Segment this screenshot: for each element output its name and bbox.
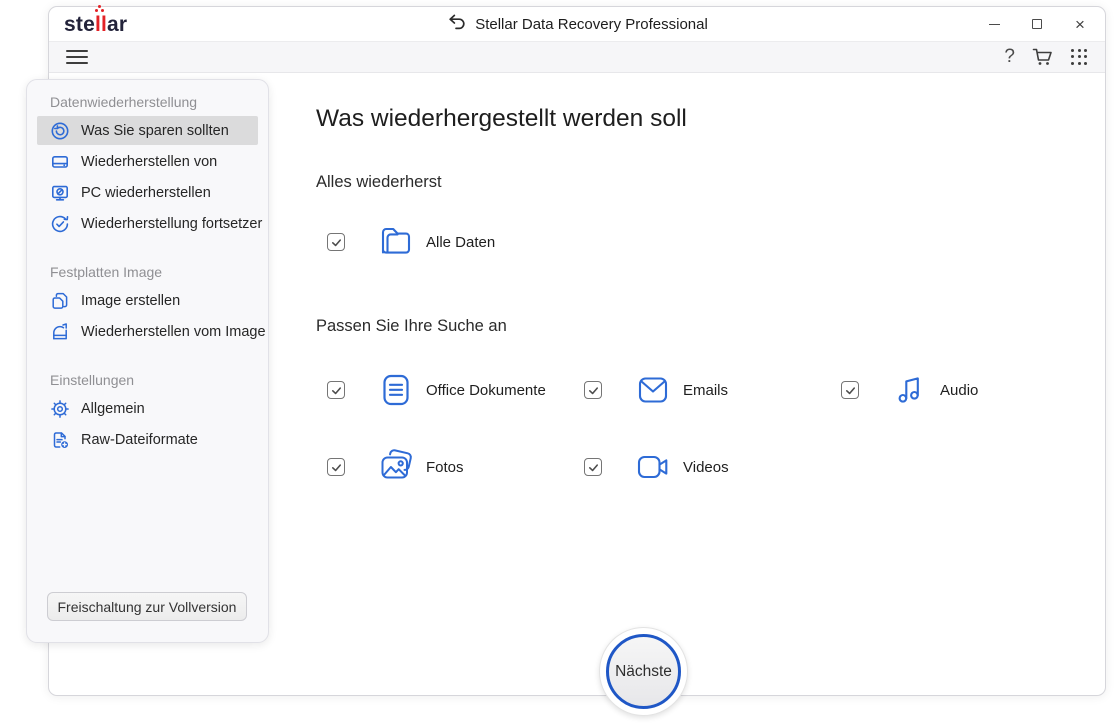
sidebar-item-wiederherstellen-vom-image[interactable]: Wiederherstellen vom Image — [37, 317, 258, 346]
sidebar: Datenwiederherstellung Was Sie sparen so… — [26, 79, 269, 643]
option-emails: Emails — [584, 369, 728, 411]
envelope-icon — [633, 370, 673, 410]
sidebar-item-label: Wiederherstellen von — [81, 154, 217, 170]
office-dokumente-checkbox[interactable] — [327, 381, 345, 399]
document-icon — [376, 370, 416, 410]
sidebar-item-raw-dateiformate[interactable]: Raw-Dateiformate — [37, 425, 258, 454]
next-button-label: Nächste — [606, 634, 681, 709]
minimize-icon — [989, 24, 1000, 25]
section-heading-customize: Passen Sie Ihre Suche an — [316, 317, 507, 336]
next-button[interactable]: Nächste — [599, 627, 688, 716]
sidebar-item-label: Image erstellen — [81, 293, 180, 309]
help-button[interactable]: ? — [1004, 47, 1015, 67]
section-heading-recover-all: Alles wiederherst — [316, 173, 442, 192]
check-icon — [330, 384, 343, 397]
sidebar-item-label: Wiederherstellen vom Image — [81, 324, 266, 340]
option-label: Emails — [683, 382, 728, 399]
stellar-logo: stellar — [64, 14, 127, 35]
window-title: Stellar Data Recovery Professional — [446, 7, 708, 41]
audio-checkbox[interactable] — [841, 381, 859, 399]
option-office-dokumente: Office Dokumente — [327, 369, 546, 411]
app-window: stellar Stellar Data Recovery Profession… — [48, 6, 1106, 696]
sidebar-item-wiederherstellen-von[interactable]: Wiederherstellen von — [37, 147, 258, 176]
check-icon — [330, 461, 343, 474]
cart-button[interactable] — [1032, 48, 1054, 66]
monitor-icon — [50, 183, 70, 203]
sidebar-item-was-sie-sparen-sollten[interactable]: Was Sie sparen sollten — [37, 116, 258, 145]
option-label: Office Dokumente — [426, 382, 546, 399]
sidebar-item-pc-wiederherstellen[interactable]: PC wiederherstellen — [37, 178, 258, 207]
minimize-button[interactable] — [987, 17, 1001, 31]
check-icon — [330, 236, 343, 249]
emails-checkbox[interactable] — [584, 381, 602, 399]
apps-button[interactable] — [1071, 49, 1088, 66]
sidebar-item-image-erstellen[interactable]: Image erstellen — [37, 286, 258, 315]
alle-daten-checkbox[interactable] — [327, 233, 345, 251]
toolbar: ? — [49, 41, 1105, 73]
maximize-icon — [1032, 19, 1042, 29]
sidebar-section-header: Datenwiederherstellung — [50, 94, 268, 110]
folder-icon — [376, 222, 416, 262]
option-label: Videos — [683, 459, 729, 476]
help-icon: ? — [1004, 46, 1015, 67]
gear-icon — [50, 399, 70, 419]
resume-icon — [50, 214, 70, 234]
sidebar-item-wiederherstellung-fortsetzen[interactable]: Wiederherstellung fortsetzer — [37, 209, 258, 238]
activate-full-version-button[interactable]: Freischaltung zur Vollversion — [47, 592, 247, 621]
page-title: Was wiederhergestellt werden soll — [316, 105, 687, 133]
apps-grid-icon — [1071, 49, 1088, 66]
sidebar-item-label: PC wiederherstellen — [81, 185, 211, 201]
photo-icon — [376, 447, 416, 487]
videos-checkbox[interactable] — [584, 458, 602, 476]
logo-text-end: ar — [107, 13, 127, 36]
option-alle-daten: Alle Daten — [327, 221, 495, 263]
sidebar-item-label: Allgemein — [81, 401, 145, 417]
logo-text: ste — [64, 13, 95, 36]
close-button[interactable]: × — [1073, 17, 1087, 31]
maximize-button[interactable] — [1030, 17, 1044, 31]
sidebar-section-header: Einstellungen — [50, 372, 268, 388]
cart-icon — [1032, 48, 1054, 66]
toolbar-right: ? — [1004, 47, 1088, 67]
option-label: Audio — [940, 382, 978, 399]
video-camera-icon — [633, 447, 673, 487]
menu-button[interactable] — [66, 50, 88, 64]
music-note-icon — [890, 370, 930, 410]
main-content: Was wiederhergestellt werden soll Alles … — [316, 73, 1105, 695]
check-icon — [587, 384, 600, 397]
check-icon — [844, 384, 857, 397]
raw-file-icon — [50, 430, 70, 450]
option-audio: Audio — [841, 369, 978, 411]
sidebar-section-header: Festplatten Image — [50, 264, 268, 280]
title-bar: stellar Stellar Data Recovery Profession… — [49, 7, 1105, 41]
create-image-icon — [50, 291, 70, 311]
window-controls: × — [987, 7, 1087, 41]
back-arrow-icon — [446, 13, 466, 35]
option-label: Alle Daten — [426, 234, 495, 251]
fotos-checkbox[interactable] — [327, 458, 345, 476]
logo-accent: ll — [95, 13, 107, 36]
option-videos: Videos — [584, 446, 729, 488]
check-icon — [587, 461, 600, 474]
sidebar-item-label: Raw-Dateiformate — [81, 432, 198, 448]
drive-icon — [50, 152, 70, 172]
sidebar-item-label: Was Sie sparen sollten — [81, 123, 229, 139]
sidebar-item-allgemein[interactable]: Allgemein — [37, 394, 258, 423]
window-title-text: Stellar Data Recovery Professional — [475, 16, 708, 33]
restore-icon — [50, 121, 70, 141]
option-fotos: Fotos — [327, 446, 464, 488]
option-label: Fotos — [426, 459, 464, 476]
close-icon: × — [1075, 16, 1085, 33]
restore-image-icon — [50, 322, 70, 342]
sidebar-item-label: Wiederherstellung fortsetzer — [81, 216, 262, 232]
